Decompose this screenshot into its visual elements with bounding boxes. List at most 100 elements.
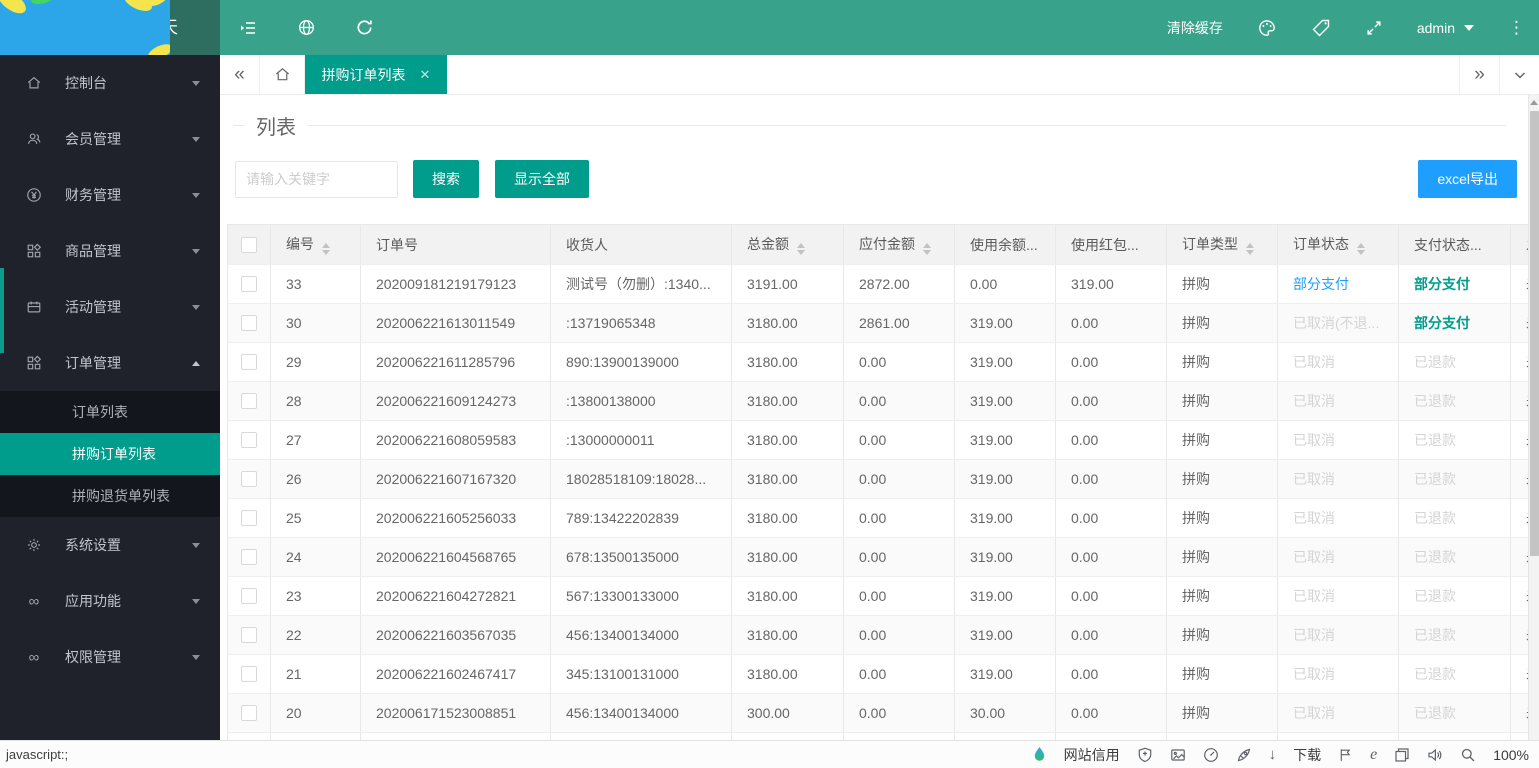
sort-icon[interactable] [1357, 243, 1365, 255]
sort-icon[interactable] [797, 243, 805, 255]
scrollbar-thumb[interactable] [1530, 111, 1539, 556]
sidebar-item-orders[interactable]: 订单管理 [0, 335, 220, 391]
cell-redpacket-used: 0.00 [1055, 576, 1167, 616]
image-icon[interactable] [1170, 747, 1186, 763]
zoom-level[interactable]: 100% [1493, 747, 1529, 763]
window-layout-icon[interactable] [1394, 747, 1410, 763]
cell-payable-amount: 0.00 [843, 537, 955, 577]
user-menu[interactable]: admin [1417, 20, 1474, 36]
sidebar-item-console[interactable]: 控制台 [0, 55, 220, 111]
row-checkbox[interactable] [241, 315, 257, 331]
sidebar-item-finance[interactable]: 财务管理 [0, 167, 220, 223]
more-menu-icon[interactable]: ⋮ [1508, 19, 1525, 36]
collapse-sidebar-icon[interactable] [238, 18, 258, 38]
row-checkbox[interactable] [241, 354, 257, 370]
sidebar-item-apps[interactable]: ∞ 应用功能 [0, 573, 220, 629]
cell-ship-status: 未 [1510, 381, 1528, 421]
sidebar-item-order-list[interactable]: 订单列表 [0, 391, 220, 433]
flag-icon[interactable] [1338, 747, 1353, 763]
cell-receiver: 678:13500135000 [550, 537, 732, 577]
sidebar-item-goods[interactable]: 商品管理 [0, 223, 220, 279]
sidebar-item-permissions[interactable]: ∞ 权限管理 [0, 629, 220, 685]
sort-icon[interactable] [322, 243, 330, 255]
row-checkbox[interactable] [241, 588, 257, 604]
cell-receiver: :13000000011 [550, 420, 732, 460]
cell-receiver: 456:13400134000 [550, 693, 732, 733]
yen-circle-icon [25, 187, 43, 203]
users-icon [25, 131, 43, 147]
cell-balance-used: 30.00 [954, 732, 1056, 740]
cell-id: 25 [270, 498, 361, 538]
sidebar-item-system[interactable]: 系统设置 [0, 517, 220, 573]
down-arrow-icon[interactable]: ↓ [1269, 746, 1277, 763]
cell-ship-status: 未 [1510, 303, 1528, 343]
cell-receiver: 789:13422202839 [550, 498, 732, 538]
sidebar-item-groupbuy-return-list[interactable]: 拼购退货单列表 [0, 475, 220, 517]
column-header[interactable]: 总金额 [731, 224, 844, 265]
row-checkbox[interactable] [241, 666, 257, 682]
chevron-down-icon [192, 80, 200, 86]
vertical-scrollbar[interactable] [1528, 95, 1539, 740]
row-checkbox[interactable] [241, 627, 257, 643]
close-icon[interactable]: ✕ [420, 67, 431, 83]
sidebar-item-members[interactable]: 会员管理 [0, 111, 220, 167]
select-all-checkbox[interactable] [241, 236, 257, 253]
orders-submenu: 订单列表 拼购订单列表 拼购退货单列表 [0, 391, 220, 517]
row-checkbox[interactable] [241, 432, 257, 448]
link-icon: ∞ [28, 592, 40, 610]
sort-icon[interactable] [1246, 243, 1254, 255]
row-checkbox[interactable] [241, 393, 257, 409]
cell-order-status: 已取消 [1277, 459, 1399, 499]
refresh-icon[interactable] [355, 18, 374, 37]
globe-icon[interactable] [297, 18, 316, 37]
water-drop-icon[interactable] [1032, 746, 1047, 763]
scrollbar-up-arrow[interactable] [1529, 95, 1539, 109]
row-checkbox-cell [227, 537, 271, 577]
status-link-text: javascript:; [6, 747, 69, 762]
cell-total-amount: 3180.00 [731, 381, 844, 421]
tab-home-button[interactable] [260, 55, 305, 94]
excel-export-button[interactable]: excel导出 [1418, 160, 1517, 198]
cell-pay-status: 已退款 [1398, 615, 1511, 655]
speed-gauge-icon[interactable] [1203, 747, 1219, 763]
shield-icon[interactable] [1137, 747, 1153, 763]
site-credit-label[interactable]: 网站信用 [1064, 745, 1120, 765]
sort-icon[interactable] [923, 243, 931, 255]
tabs-scroll-left-button[interactable]: « [220, 55, 260, 94]
sidebar-item-activity[interactable]: 活动管理 [0, 279, 220, 335]
tabs-menu-button[interactable] [1499, 55, 1539, 94]
cell-id: 28 [270, 381, 361, 421]
row-checkbox[interactable] [241, 510, 257, 526]
table-header-row: 编号 订单号 收货人 总金额 应付金额 使用余额... 使用红包... 订单类型 订单状态 支付状… [227, 224, 1528, 265]
sidebar-item-groupbuy-order-list[interactable]: 拼购订单列表 [0, 433, 220, 475]
tabs-scroll-right-button[interactable]: » [1459, 55, 1499, 94]
cell-payable-amount: 0.00 [843, 342, 955, 382]
theme-palette-icon[interactable] [1257, 18, 1277, 38]
row-checkbox[interactable] [241, 705, 257, 721]
search-zoom-icon[interactable] [1460, 747, 1476, 763]
column-header[interactable]: 订单状态 [1277, 224, 1399, 265]
clear-cache-button[interactable]: 清除缓存 [1167, 18, 1223, 38]
ie-icon[interactable]: e [1370, 746, 1377, 764]
rocket-icon[interactable] [1236, 747, 1252, 763]
row-checkbox[interactable] [241, 471, 257, 487]
row-checkbox[interactable] [241, 276, 257, 292]
column-header[interactable]: 订单类型 [1166, 224, 1278, 265]
search-input[interactable] [235, 160, 398, 198]
site-logo[interactable] [0, 0, 170, 55]
tag-icon[interactable] [1311, 18, 1331, 38]
row-checkbox-cell [227, 420, 271, 460]
search-button[interactable]: 搜索 [413, 160, 479, 198]
tab-groupbuy-order-list[interactable]: 拼购订单列表 ✕ [305, 55, 447, 94]
download-label[interactable]: 下载 [1293, 745, 1321, 765]
cell-ship-status: 未 [1510, 654, 1528, 694]
speaker-icon[interactable] [1427, 747, 1443, 763]
fullscreen-icon[interactable] [1365, 19, 1383, 37]
cell-order-status[interactable]: 部分支付 [1277, 264, 1399, 304]
show-all-button[interactable]: 显示全部 [495, 160, 589, 198]
cell-total-amount: 3180.00 [731, 615, 844, 655]
column-header[interactable]: 编号 [270, 224, 361, 265]
table-body: 33 202009181219179123 测试号（勿删）:1340... 3191.… [227, 264, 1528, 740]
row-checkbox[interactable] [241, 549, 257, 565]
column-header[interactable]: 应付金额 [843, 224, 955, 265]
